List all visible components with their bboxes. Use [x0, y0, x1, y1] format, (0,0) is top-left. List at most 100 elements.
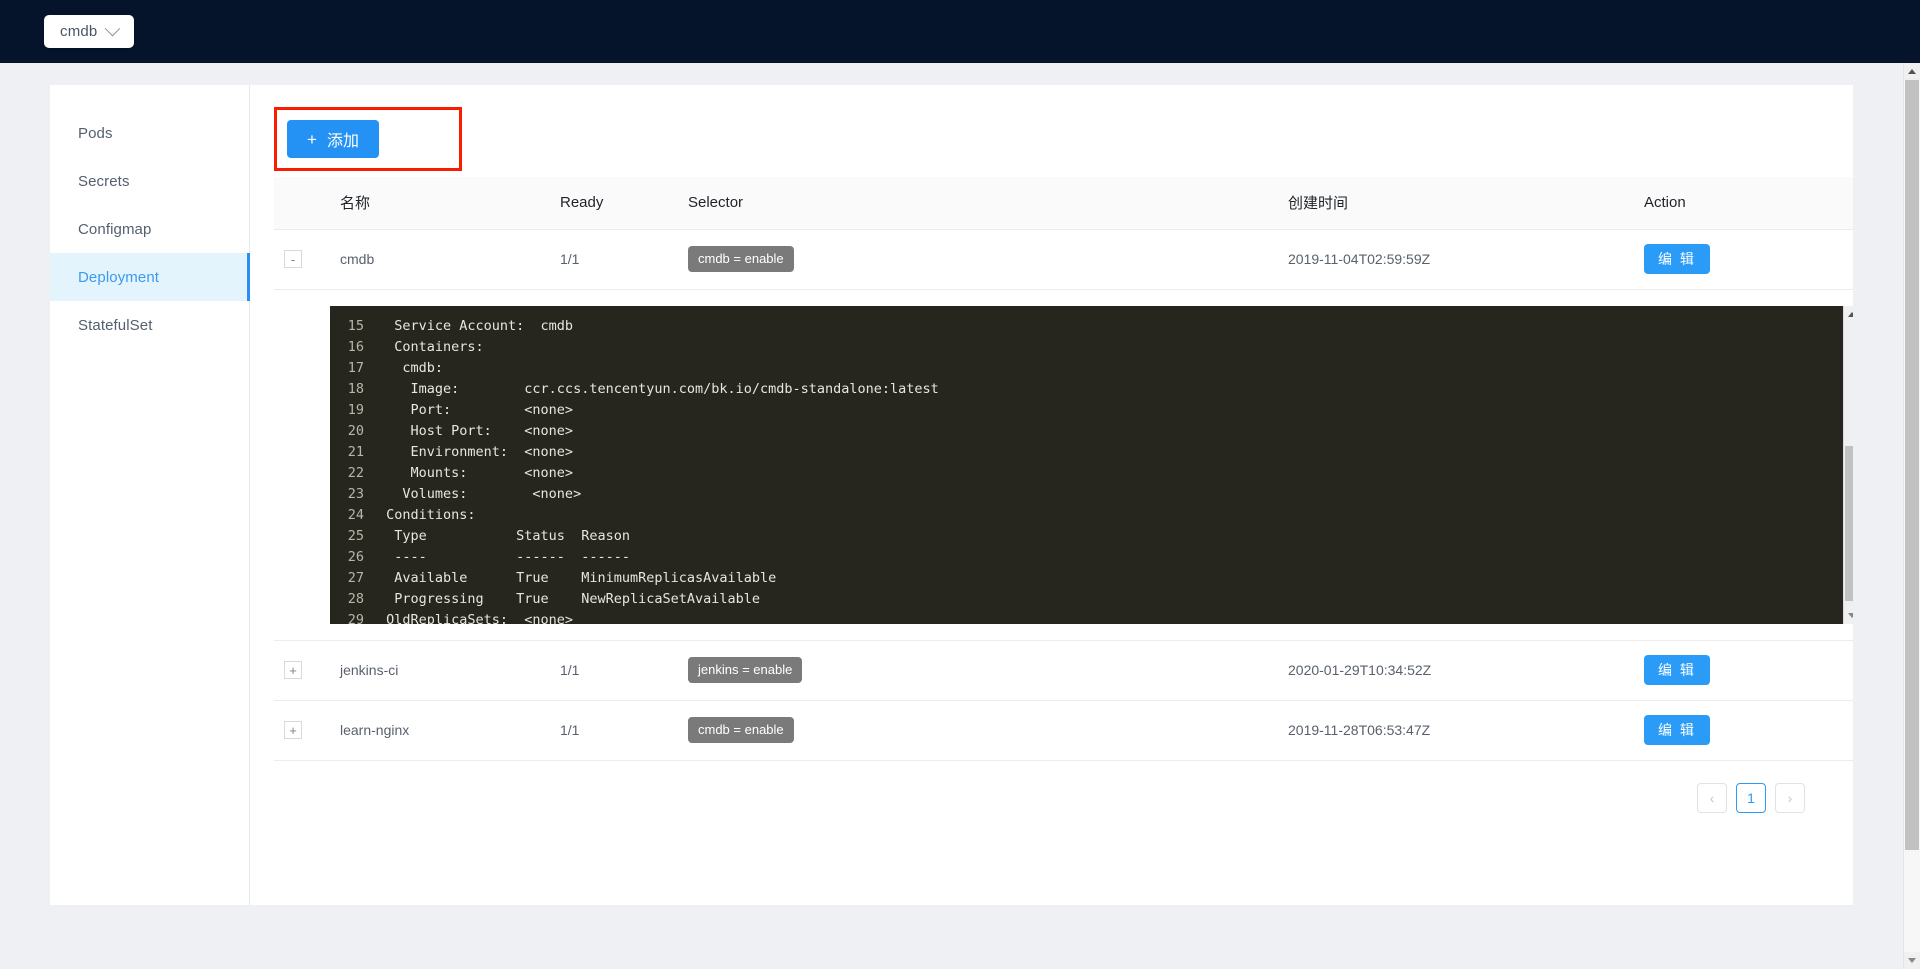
row-created: 2020-01-29T10:34:52Z: [1278, 640, 1634, 701]
detail-cell: 15 Service Account: cmdb 16 Containers: …: [274, 289, 1853, 641]
table-detail-row: 15 Service Account: cmdb 16 Containers: …: [274, 289, 1853, 641]
describe-code-viewport: 15 Service Account: cmdb 16 Containers: …: [330, 306, 1843, 624]
code-line: 27 Available True MinimumReplicasAvailab…: [330, 568, 1843, 589]
row-action: 编 辑: [1634, 700, 1853, 761]
line-number: 23: [347, 485, 364, 502]
sidebar-item-deployment[interactable]: Deployment: [50, 253, 250, 301]
sidebar-item-label: StatefulSet: [78, 316, 153, 334]
column-header-name: 名称: [330, 177, 550, 230]
line-text: Conditions:: [378, 506, 476, 523]
table-row[interactable]: + jenkins-ci 1/1 jenkins = enable 2020-0…: [274, 640, 1853, 701]
page-scroll-down-icon[interactable]: [1904, 952, 1920, 969]
sidebar-item-statefulset[interactable]: StatefulSet: [50, 301, 249, 349]
selector-tag: cmdb = enable: [688, 246, 794, 272]
edit-button[interactable]: 编 辑: [1644, 715, 1710, 745]
line-number: 29: [347, 611, 364, 624]
column-header-expander: [274, 177, 330, 230]
code-line: 18 Image: ccr.ccs.tencentyun.com/bk.io/c…: [330, 379, 1843, 400]
line-number: 15: [347, 317, 364, 334]
line-text: Containers:: [378, 338, 484, 355]
deployment-describe-panel: 15 Service Account: cmdb 16 Containers: …: [330, 305, 1853, 624]
table-row[interactable]: + learn-nginx 1/1 cmdb = enable 2019-11-…: [274, 700, 1853, 761]
chevron-down-icon: [105, 20, 121, 37]
code-line: 26 ---- ------ ------: [330, 547, 1843, 568]
table-header-row: 名称 Ready Selector 创建时间 Action: [274, 177, 1853, 230]
page-scrollbar[interactable]: [1903, 63, 1920, 969]
line-number: 19: [347, 401, 364, 418]
page-scroll-up-icon[interactable]: [1904, 63, 1920, 80]
row-selector: jenkins = enable: [678, 640, 1278, 701]
table-body: - cmdb 1/1 cmdb = enable 2019-11-04T02:5…: [274, 229, 1853, 761]
line-number: 20: [347, 422, 364, 439]
pagination-next[interactable]: ›: [1775, 782, 1805, 813]
line-number: 27: [347, 569, 364, 586]
line-text: cmdb:: [378, 359, 444, 376]
top-bar: cmdb: [0, 0, 1920, 63]
row-selector: cmdb = enable: [678, 700, 1278, 761]
code-line: 15 Service Account: cmdb: [330, 316, 1843, 337]
line-text: Available True MinimumReplicasAvailable: [378, 569, 777, 586]
main-content: + 添加 名称 Ready Selector 创建时间 Action - cmd…: [250, 85, 1853, 905]
code-line: 23 Volumes: <none>: [330, 484, 1843, 505]
line-number: 16: [347, 338, 364, 355]
row-expander-cell: -: [274, 229, 330, 290]
code-line: 20 Host Port: <none>: [330, 421, 1843, 442]
sidebar-item-configmap[interactable]: Configmap: [50, 205, 249, 253]
sidebar-item-secrets[interactable]: Secrets: [50, 157, 249, 205]
line-number: 24: [347, 506, 364, 523]
row-selector: cmdb = enable: [678, 229, 1278, 290]
row-created: 2019-11-04T02:59:59Z: [1278, 229, 1634, 290]
sidebar-item-label: Configmap: [78, 220, 152, 238]
pagination-page-1[interactable]: 1: [1736, 782, 1766, 813]
table-header: 名称 Ready Selector 创建时间 Action: [274, 177, 1853, 230]
sidebar-item-pods[interactable]: Pods: [50, 109, 249, 157]
code-scrollbar-thumb[interactable]: [1845, 445, 1853, 601]
line-text: Port: <none>: [378, 401, 574, 418]
code-line: 28 Progressing True NewReplicaSetAvailab…: [330, 589, 1843, 610]
selector-tag: jenkins = enable: [688, 657, 803, 683]
pagination-prev[interactable]: ‹: [1697, 782, 1727, 813]
code-line: 24 Conditions:: [330, 505, 1843, 526]
page-body: Pods Secrets Configmap Deployment Statef…: [0, 63, 1920, 969]
code-line: 22 Mounts: <none>: [330, 463, 1843, 484]
line-text: Environment: <none>: [378, 443, 574, 460]
page-scrollbar-thumb[interactable]: [1905, 80, 1919, 850]
row-ready: 1/1: [550, 700, 678, 761]
content-shell: Pods Secrets Configmap Deployment Statef…: [50, 85, 1853, 905]
code-line: 16 Containers:: [330, 337, 1843, 358]
sidebar-item-label: Deployment: [78, 268, 160, 286]
edit-button[interactable]: 编 辑: [1644, 655, 1710, 685]
table-row[interactable]: - cmdb 1/1 cmdb = enable 2019-11-04T02:5…: [274, 229, 1853, 290]
row-action: 编 辑: [1634, 229, 1853, 290]
row-ready: 1/1: [550, 229, 678, 290]
row-name: cmdb: [330, 229, 550, 290]
sidebar-item-label: Pods: [78, 124, 113, 142]
row-expander-cell: +: [274, 700, 330, 761]
line-text: Volumes: <none>: [378, 485, 582, 502]
plus-icon: +: [307, 129, 317, 149]
line-text: OldReplicaSets: <none>: [378, 611, 574, 624]
scroll-up-icon[interactable]: [1844, 305, 1853, 323]
line-number: 21: [347, 443, 364, 460]
add-button[interactable]: + 添加: [287, 120, 379, 158]
line-text: Type Status Reason: [378, 527, 630, 544]
code-line: 29 OldReplicaSets: <none>: [330, 610, 1843, 624]
add-button-label: 添加: [326, 133, 359, 150]
code-line: 25 Type Status Reason: [330, 526, 1843, 547]
line-number: 25: [347, 527, 364, 544]
code-scrollbar[interactable]: [1843, 305, 1853, 624]
sidebar: Pods Secrets Configmap Deployment Statef…: [50, 85, 250, 905]
column-header-ready: Ready: [550, 177, 678, 230]
add-button-highlight: + 添加: [274, 107, 462, 171]
line-number: 18: [347, 380, 364, 397]
expand-icon[interactable]: +: [284, 721, 302, 739]
collapse-icon[interactable]: -: [284, 250, 302, 268]
edit-button[interactable]: 编 辑: [1644, 244, 1710, 274]
namespace-selector-label: cmdb: [60, 23, 98, 40]
namespace-selector[interactable]: cmdb: [44, 15, 134, 48]
expand-icon[interactable]: +: [284, 661, 302, 679]
line-text: Host Port: <none>: [378, 422, 574, 439]
column-header-selector: Selector: [678, 177, 1278, 230]
pagination: ‹ 1 ›: [274, 761, 1829, 813]
scroll-down-icon[interactable]: [1844, 606, 1853, 624]
